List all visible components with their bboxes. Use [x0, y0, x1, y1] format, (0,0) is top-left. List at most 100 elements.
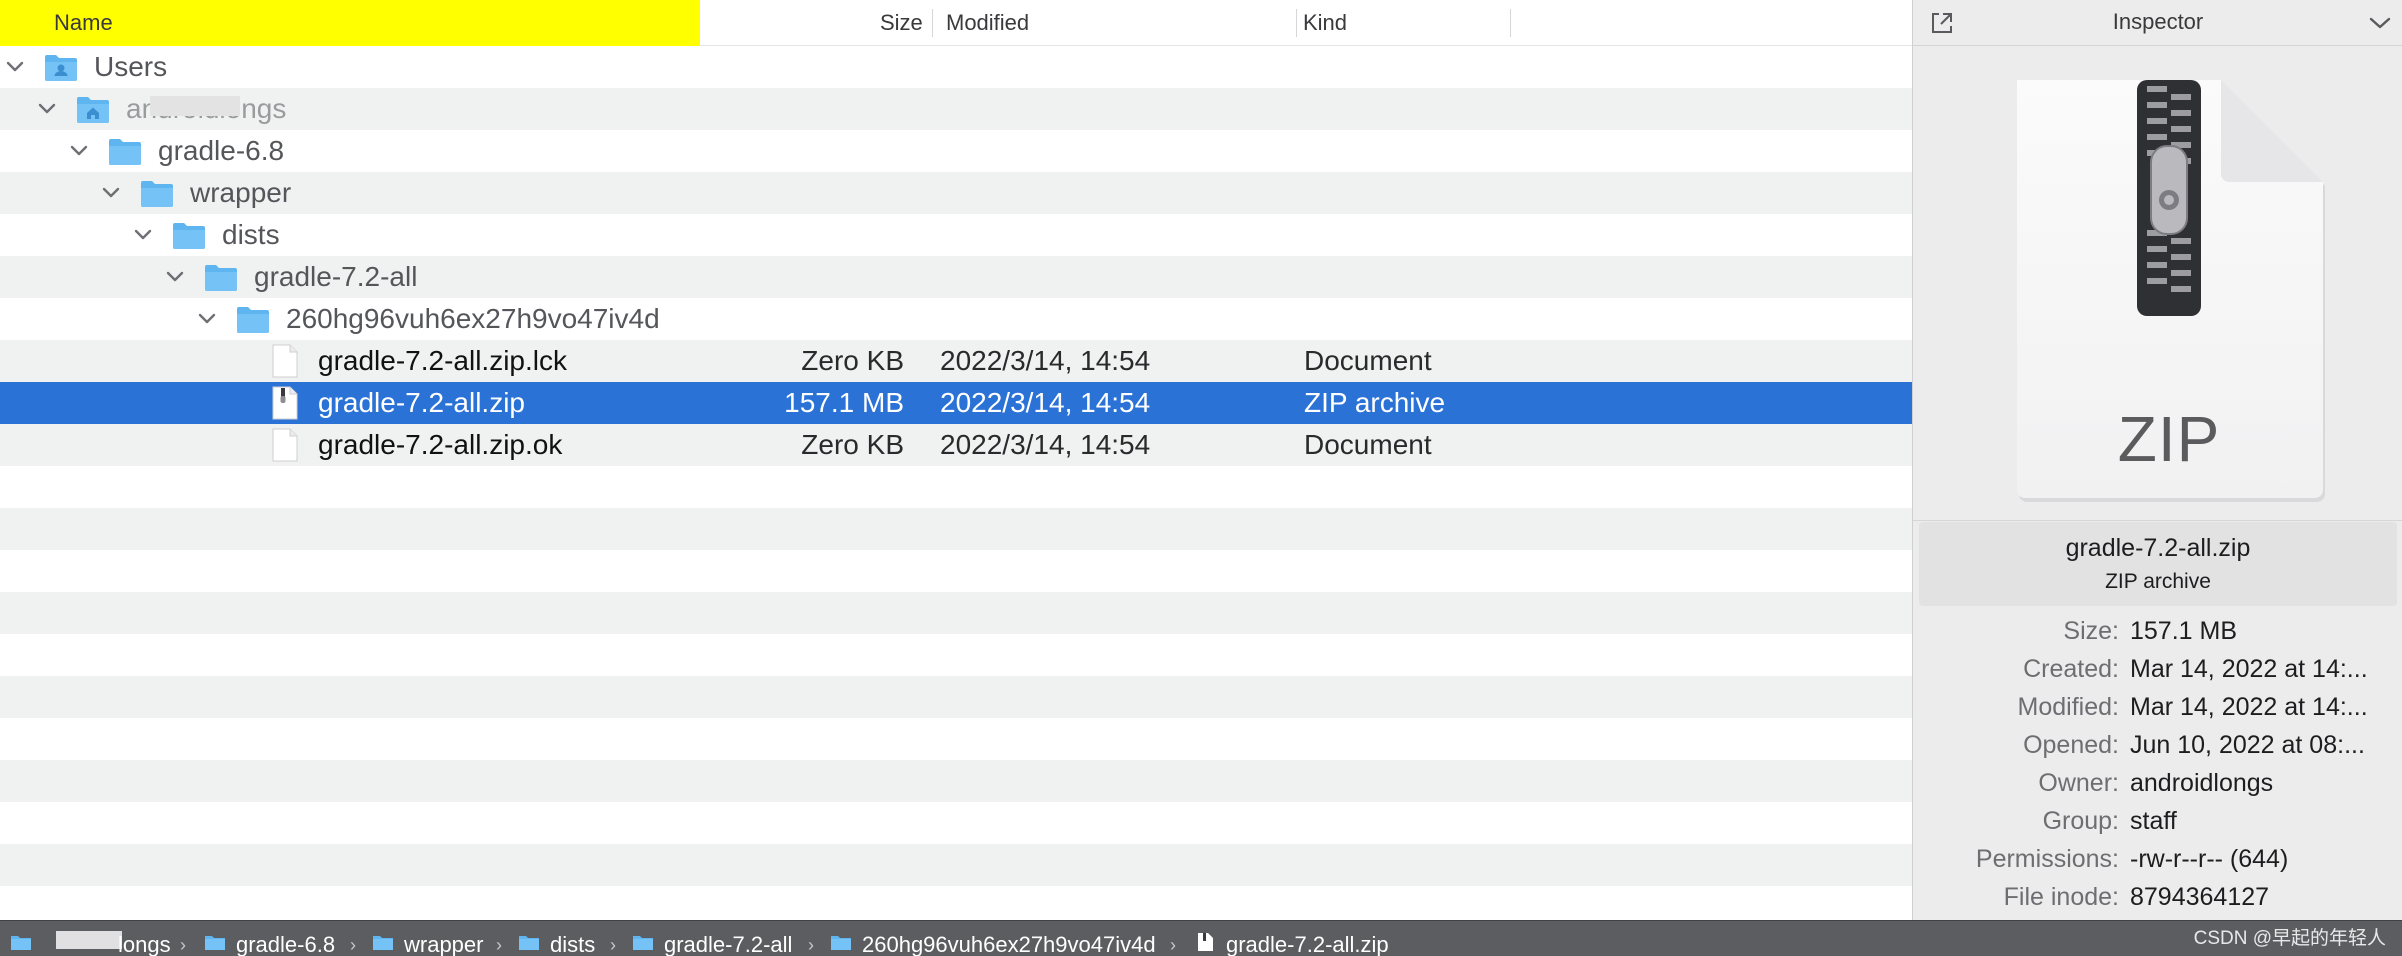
property-key: File inode: [2003, 883, 2119, 911]
divider [1913, 520, 2402, 521]
folder-row-gradle-6-8[interactable]: gradle-6.8 [0, 130, 1912, 172]
name-column-header[interactable]: Name [0, 0, 700, 46]
name-column-label: Name [54, 10, 113, 35]
folder-icon [373, 936, 393, 950]
inspector-title: Inspector [2112, 9, 2204, 34]
property-value: staff [2130, 807, 2177, 835]
zip-file-icon [272, 386, 298, 420]
path-crumb-current[interactable]: gradle-7.2-all.zip [1194, 921, 1434, 956]
folder-row-users[interactable]: Users [0, 46, 1912, 88]
chevron-down-icon[interactable] [2367, 12, 2393, 34]
property-value: Mar 14, 2022 at 14:... [2130, 655, 2368, 683]
crumb-label: gradle-6.8 [236, 932, 336, 956]
property-row-created: Created: Mar 14, 2022 at 14:... [1913, 650, 2402, 688]
property-key: Size: [2063, 617, 2119, 645]
crumb-label: 260hg96vuh6ex27h9vo47iv4d [862, 932, 1156, 956]
property-key: Opened: [2023, 731, 2119, 759]
disclosure-triangle[interactable] [160, 256, 188, 298]
column-divider[interactable] [1296, 9, 1297, 37]
document-icon [272, 344, 298, 378]
file-modified: 2022/3/14, 14:54 [940, 345, 1151, 376]
empty-row [0, 634, 1912, 676]
home-folder-icon [77, 97, 109, 123]
file-name: gradle-7.2-all.zip [318, 387, 525, 418]
path-crumb[interactable]: gradle-7.2-all [632, 921, 802, 956]
path-crumb[interactable]: 260hg96vuh6ex27h9vo47iv4d [830, 921, 1200, 956]
folder-name: gradle-7.2-all [254, 261, 418, 292]
column-header: Name Size Modified Kind [0, 0, 1912, 46]
column-divider[interactable] [1510, 9, 1511, 37]
disclosure-triangle[interactable] [128, 214, 156, 256]
disclosure-triangle[interactable] [192, 298, 220, 340]
file-title-block: gradle-7.2-all.zip ZIP archive [1919, 522, 2397, 606]
chevron-right-icon: › [610, 935, 616, 955]
empty-row [0, 718, 1912, 760]
modified-column-header[interactable]: Modified [946, 0, 1029, 46]
file-modified: 2022/3/14, 14:54 [940, 429, 1151, 460]
zip-file-icon [1198, 933, 1213, 951]
empty-row [0, 676, 1912, 718]
folder-icon [237, 307, 269, 333]
file-rows: Users androidlongs gradle-6.8 wrapper di… [0, 46, 1912, 920]
folder-name: dists [222, 219, 280, 250]
empty-row [0, 466, 1912, 508]
folder-row-home[interactable]: androidlongs [0, 88, 1912, 130]
path-crumb[interactable]: wrapper [372, 921, 492, 956]
chevron-right-icon: › [808, 935, 814, 955]
file-kind: Document [1304, 345, 1432, 376]
path-crumb[interactable]: dists [518, 921, 618, 956]
property-row-modified: Modified: Mar 14, 2022 at 14:... [1913, 688, 2402, 726]
user-folder-icon [45, 55, 77, 81]
watermark: CSDN @早起的年轻人 [2193, 928, 2386, 949]
property-key: Group: [2042, 807, 2119, 835]
property-value: Jun 10, 2022 at 08:... [2130, 731, 2365, 759]
path-crumb[interactable]: gradle-6.8 [204, 921, 354, 956]
folder-name: gradle-6.8 [158, 135, 285, 166]
file-preview: ZIP [2009, 76, 2329, 502]
folder-icon [831, 936, 851, 950]
folder-icon [519, 936, 539, 950]
kind-column-header[interactable]: Kind [1303, 0, 1347, 46]
chevron-right-icon: › [1170, 935, 1176, 955]
file-list-pane[interactable]: Name Size Modified Kind Users androidlon… [0, 0, 1912, 920]
folder-row-wrapper[interactable]: wrapper [0, 172, 1912, 214]
column-divider[interactable] [932, 9, 933, 37]
crumb-label: wrapper [404, 932, 484, 956]
crumb-label: dists [550, 932, 596, 956]
property-row-owner: Owner: androidlongs [1913, 764, 2402, 802]
crumb-label: gradle-7.2-all [664, 932, 793, 956]
file-modified: 2022/3/14, 14:54 [940, 387, 1151, 418]
chevron-right-icon: › [180, 935, 186, 955]
preview-label: ZIP [2117, 403, 2221, 475]
disclosure-triangle[interactable] [0, 46, 28, 88]
file-row-selected[interactable]: gradle-7.2-all.zip 157.1 MB 2022/3/14, 1… [0, 382, 1912, 424]
path-crumb-users[interactable] [8, 921, 48, 956]
path-crumb-home[interactable]: longs [86, 921, 176, 956]
file-row[interactable]: gradle-7.2-all.zip.lck Zero KB 2022/3/14… [0, 340, 1912, 382]
empty-row [0, 550, 1912, 592]
property-row-size: Size: 157.1 MB [1913, 612, 2402, 650]
property-value: 8794364127 [2130, 883, 2270, 911]
folder-icon [173, 223, 205, 249]
folder-row-gradle-7-2-all[interactable]: gradle-7.2-all [0, 256, 1912, 298]
folder-row-hash[interactable]: 260hg96vuh6ex27h9vo47iv4d [0, 298, 1912, 340]
file-row[interactable]: gradle-7.2-all.zip.ok Zero KB 2022/3/14,… [0, 424, 1912, 466]
file-size: Zero KB [801, 345, 904, 376]
folder-row-dists[interactable]: dists [0, 214, 1912, 256]
disclosure-triangle[interactable] [32, 88, 60, 130]
disclosure-triangle[interactable] [96, 172, 124, 214]
disclosure-triangle[interactable] [64, 130, 92, 172]
folder-name: wrapper [190, 177, 292, 208]
file-size: 157.1 MB [784, 387, 904, 418]
property-row-permissions: Permissions: -rw-r--r-- (644) [1913, 840, 2402, 878]
property-key: Modified: [2017, 693, 2119, 721]
empty-row [0, 760, 1912, 802]
user-folder-icon [11, 936, 31, 950]
property-key: Owner: [2038, 769, 2119, 797]
inspector-file-kind: ZIP archive [2105, 570, 2211, 593]
empty-row [0, 592, 1912, 634]
size-column-header[interactable]: Size [880, 0, 923, 46]
file-kind: Document [1304, 429, 1432, 460]
property-list: Size: 157.1 MB Created: Mar 14, 2022 at 14… [1913, 612, 2402, 916]
property-value: androidlongs [2130, 769, 2274, 797]
